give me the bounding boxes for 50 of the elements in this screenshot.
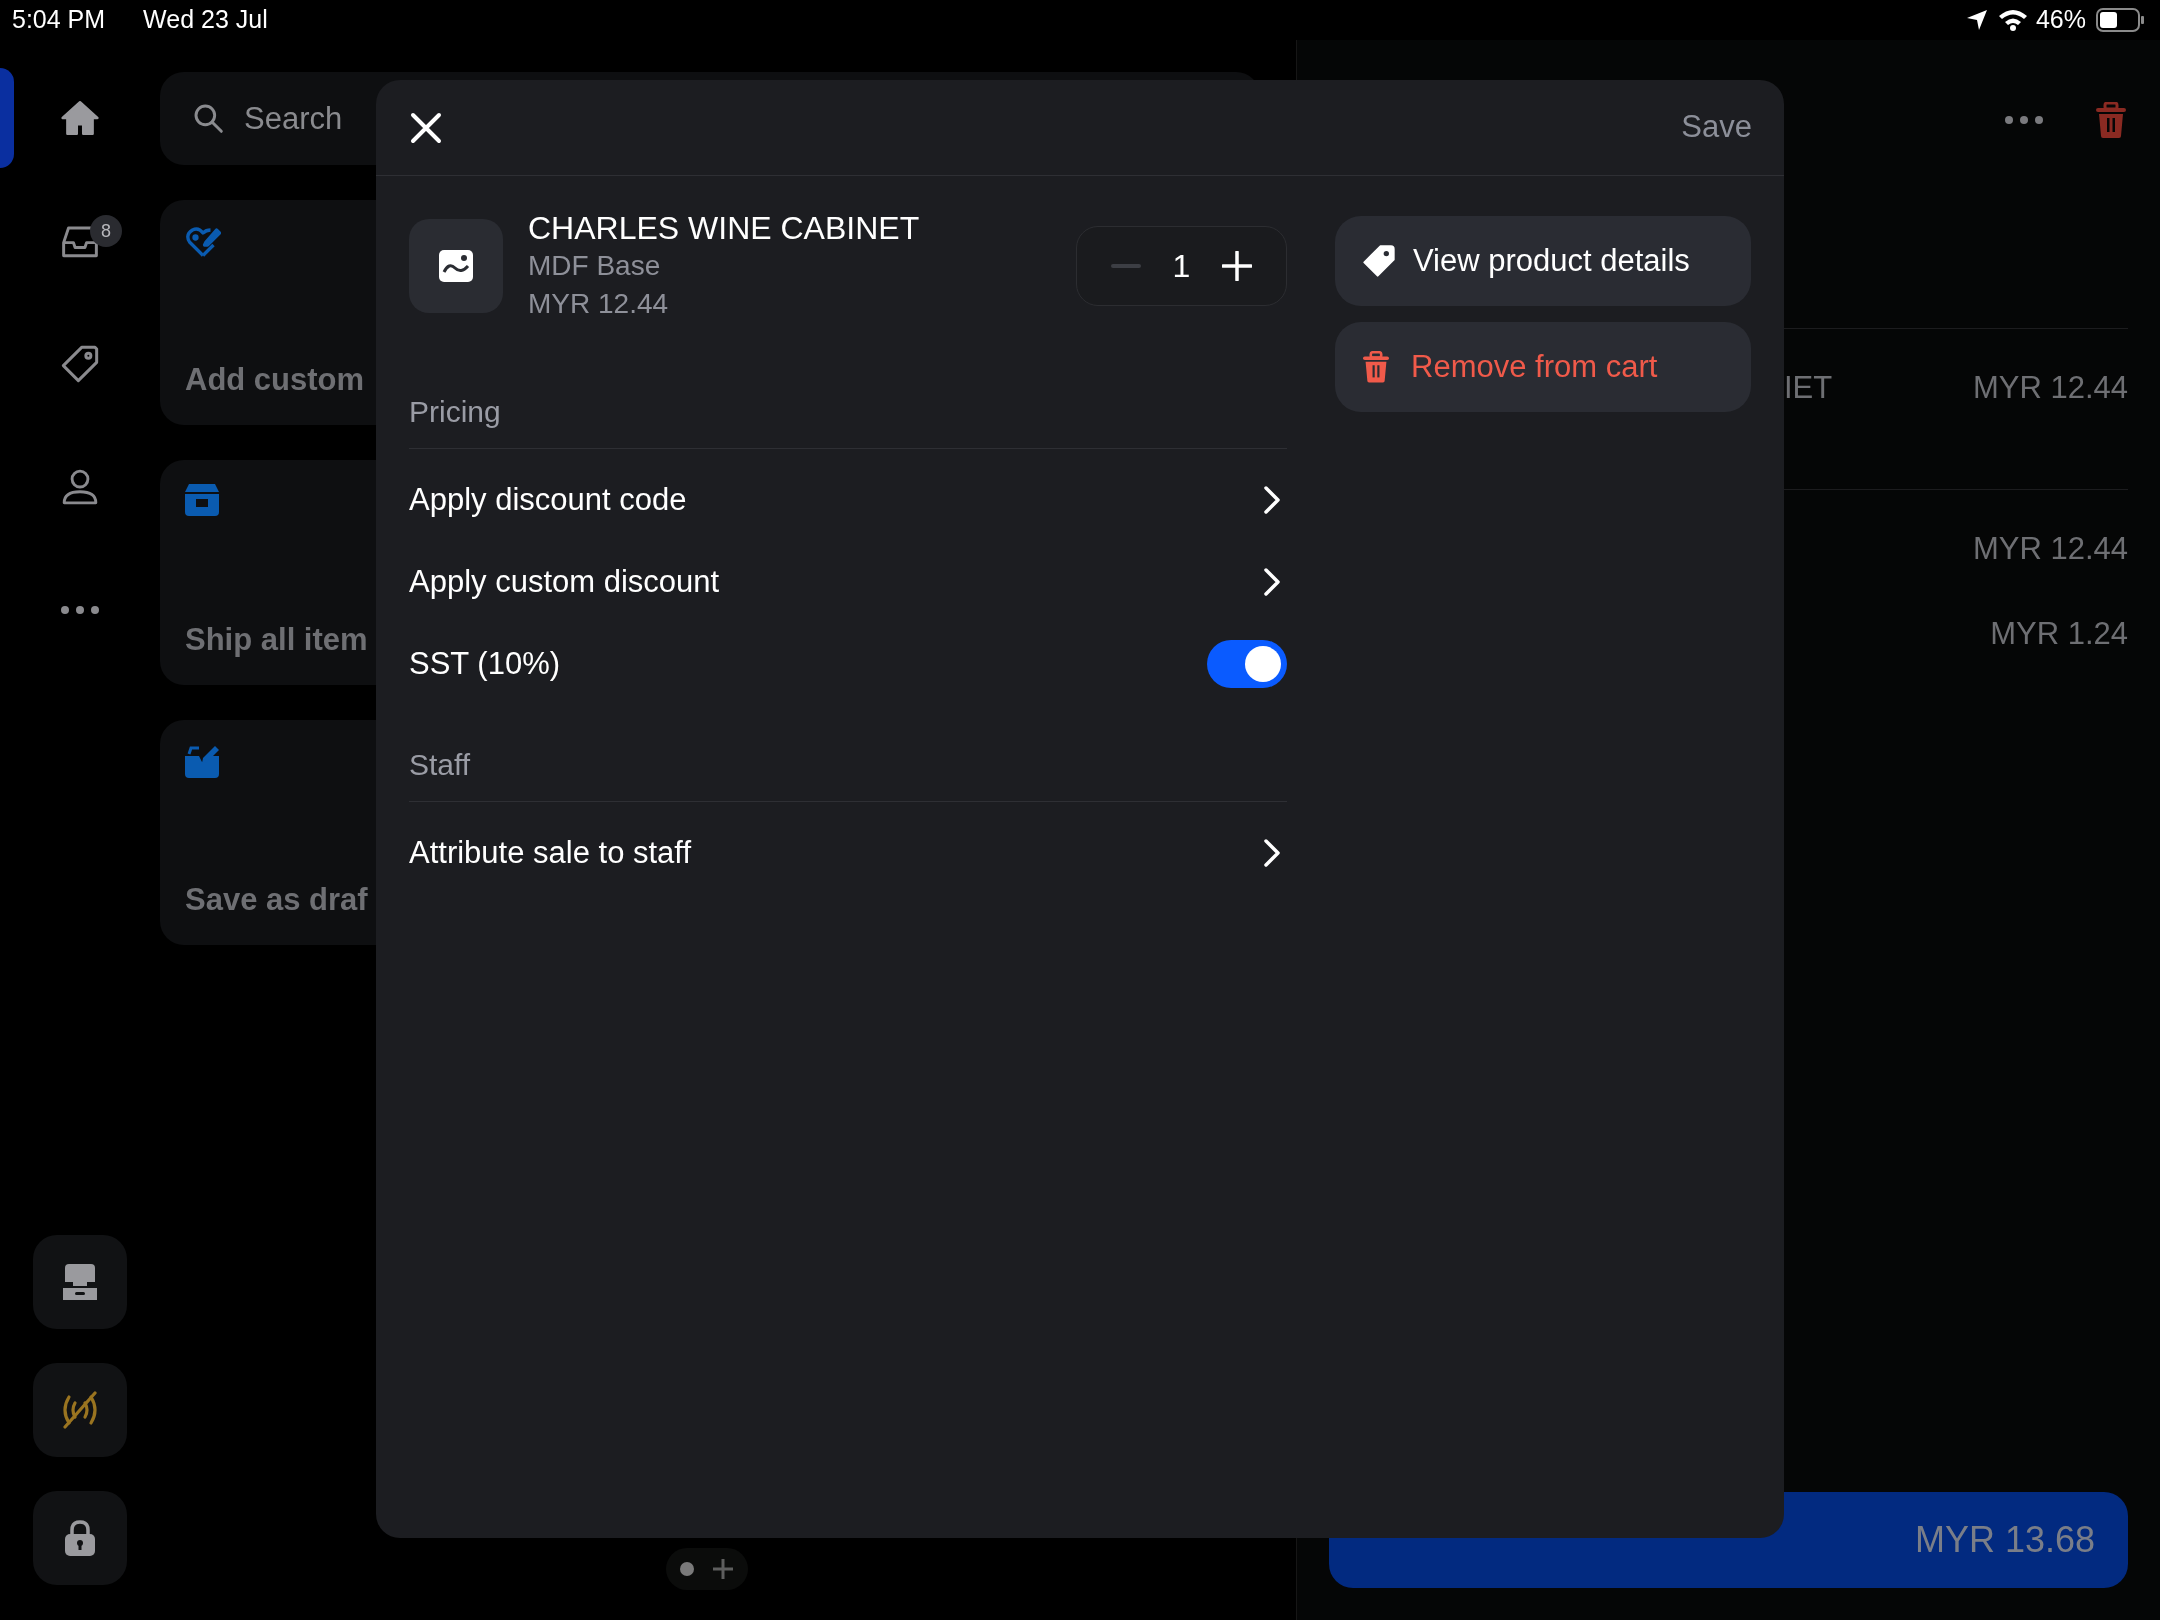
summary-amount: MYR 12.44 — [1972, 530, 2128, 568]
more-icon[interactable] — [2004, 115, 2044, 125]
list-item[interactable]: Attribute sale to staff — [409, 812, 1287, 894]
image-icon — [439, 250, 473, 282]
list-item[interactable]: Apply custom discount — [409, 541, 1287, 623]
toolbar-button[interactable] — [33, 1235, 127, 1329]
setting-label: SST (10%) — [409, 644, 561, 683]
section-heading: Staff — [409, 747, 471, 783]
product-name: CHARLES WINE CABINET — [528, 209, 920, 247]
list-item[interactable]: Apply discount code — [409, 459, 1287, 541]
nav-item[interactable]: 8 — [0, 191, 160, 291]
register-icon — [63, 1264, 97, 1300]
badge: 8 — [90, 215, 122, 247]
action-button[interactable]: View product details — [1335, 216, 1751, 306]
inbox-icon — [60, 223, 100, 259]
status-time: 5:04 PM — [12, 4, 106, 36]
save-button[interactable]: Save — [1681, 104, 1752, 151]
chevron-right-icon — [1263, 485, 1281, 515]
wifi-icon — [1997, 9, 2028, 31]
location-icon — [1965, 9, 1988, 31]
product-price: MYR 12.44 — [528, 287, 670, 321]
item-name: IET — [1784, 369, 1833, 407]
add-page-icon[interactable] — [712, 1558, 734, 1580]
close-icon[interactable] — [410, 111, 442, 144]
summary-amount: MYR 1.24 — [1990, 614, 2128, 653]
tag-icon — [60, 344, 100, 384]
item-price: MYR 12.44 — [1972, 369, 2128, 407]
product-variant: MDF Base — [528, 249, 662, 283]
tag-icon — [1363, 245, 1395, 277]
chevron-right-icon — [1263, 838, 1281, 868]
search-icon — [192, 102, 224, 134]
battery-icon — [2096, 8, 2144, 32]
chevron-right-icon — [1263, 567, 1281, 597]
tray-pencil-icon — [185, 744, 221, 778]
quantity-stepper[interactable]: 1 — [1076, 226, 1287, 306]
quantity-value: 1 — [1172, 247, 1191, 286]
home-icon — [61, 100, 99, 136]
toggle-switch[interactable] — [1207, 640, 1287, 688]
status-date: Wed 23 Jul — [143, 4, 268, 36]
action-button[interactable]: Remove from cart — [1335, 322, 1751, 412]
box-icon — [185, 484, 219, 516]
battery-percentage: 46% — [2035, 4, 2086, 36]
plus-icon[interactable] — [1222, 251, 1252, 281]
toolbar-button[interactable] — [33, 1363, 127, 1457]
more-icon — [60, 605, 100, 615]
toolbar-button[interactable] — [33, 1491, 127, 1585]
trash-icon — [1363, 351, 1389, 383]
person-icon — [61, 467, 99, 507]
section-heading: Pricing — [409, 394, 501, 430]
lock-icon — [65, 1520, 95, 1556]
